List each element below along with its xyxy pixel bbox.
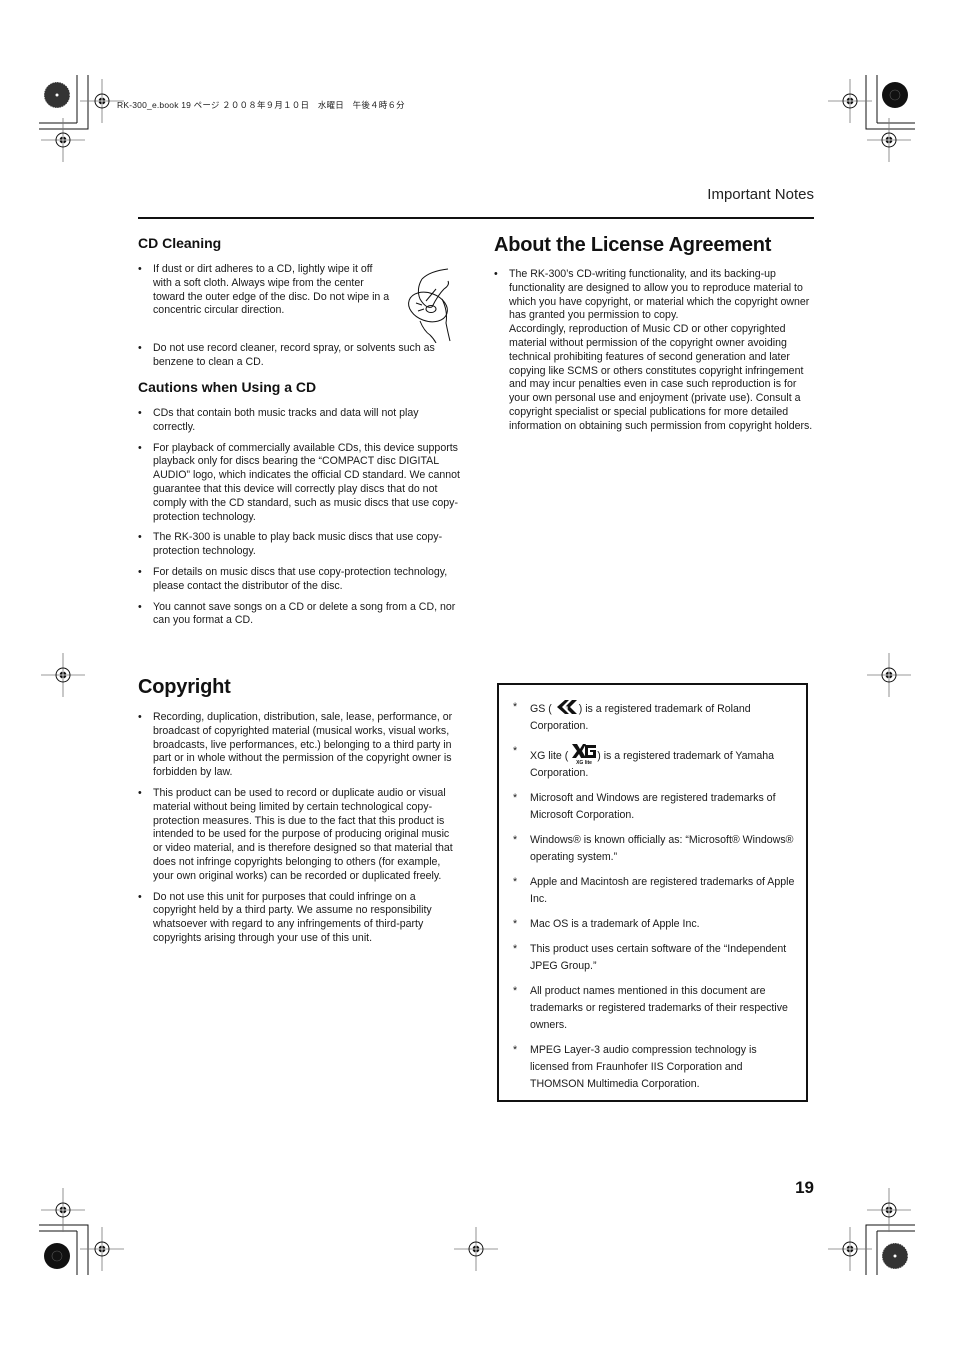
print-slug: RK-300_e.book 19 ページ ２００８年９月１０日 水曜日 午後４時…	[117, 100, 405, 110]
cd-cleaning-heading: CD Cleaning	[138, 235, 222, 251]
list-item: • The RK-300 is unable to play back music…	[138, 531, 443, 558]
list-item: * This product uses certain software of t…	[513, 943, 787, 972]
list-item: • For details on music discs that use cop…	[138, 565, 448, 592]
registration-disc-bottom-right	[881, 1242, 909, 1270]
hand-wiping-cd-illustration	[408, 268, 451, 343]
trademark-list: * GS ( ) is a registered trademark of Rol…	[499, 685, 806, 1093]
list-item: • Recording, duplication, distribution, s…	[138, 711, 453, 779]
list-item: * Windows® is known officially as: “Micro…	[513, 834, 794, 863]
gs-logo-icon	[556, 700, 577, 714]
list-item: * MPEG Layer-3 audio compression technolo…	[513, 1044, 757, 1090]
xg-lite-logo-icon: XG lite	[572, 744, 597, 765]
list-item: * Microsoft and Windows are registered tr…	[513, 792, 776, 821]
list-item: • This product can be used to record or d…	[138, 786, 453, 882]
page-number: 19	[795, 1178, 814, 1197]
list-item: * Apple and Macintosh are registered trad…	[513, 876, 795, 905]
license-heading: About the License Agreement	[494, 234, 772, 256]
list-item: • If dust or dirt adheres to a CD, lightl…	[138, 263, 390, 317]
trademark-box: * GS ( ) is a registered trademark of Rol…	[497, 683, 808, 1102]
list-item: • CDs that contain both music tracks and …	[138, 407, 419, 433]
list-item: • You cannot save songs on a CD or delete…	[138, 600, 456, 627]
list-item: • Do not use record cleaner, record spray…	[138, 342, 435, 368]
cautions-list: • CDs that contain both music tracks and …	[138, 407, 460, 635]
list-item: * Mac OS is a trademark of Apple Inc.	[513, 918, 700, 930]
copyright-list: • Recording, duplication, distribution, s…	[138, 711, 460, 953]
trademark-item-gs: * GS ( ) is a registered trademark of Rol…	[513, 700, 751, 732]
list-item: * All product names mentioned in this doc…	[513, 985, 788, 1031]
cautions-heading: Cautions when Using a CD	[138, 379, 317, 395]
list-item: • The RK-300’s CD-writing functionality, …	[494, 268, 813, 432]
license-list: • The RK-300’s CD-writing functionality, …	[494, 268, 818, 434]
running-head: Important Notes	[707, 186, 814, 203]
registration-disc-top-left	[43, 81, 71, 109]
header-rule	[138, 217, 814, 219]
list-item: • Do not use this unit for purposes that …	[138, 890, 432, 944]
cd-cleaning-list: • If dust or dirt adheres to a CD, lightl…	[138, 263, 390, 325]
cd-cleaning-list-2: • Do not use record cleaner, record spray…	[138, 342, 458, 377]
registration-disc-bottom-left	[44, 1243, 70, 1269]
list-item: • For playback of commercially available …	[138, 441, 460, 523]
trademark-item-xg: * XG lite ( XG lite ) is a registered tra…	[513, 744, 775, 779]
registration-disc-top-right	[882, 82, 908, 108]
xg-lite-logo-caption: XG lite	[576, 760, 592, 765]
copyright-heading: Copyright	[138, 676, 231, 698]
